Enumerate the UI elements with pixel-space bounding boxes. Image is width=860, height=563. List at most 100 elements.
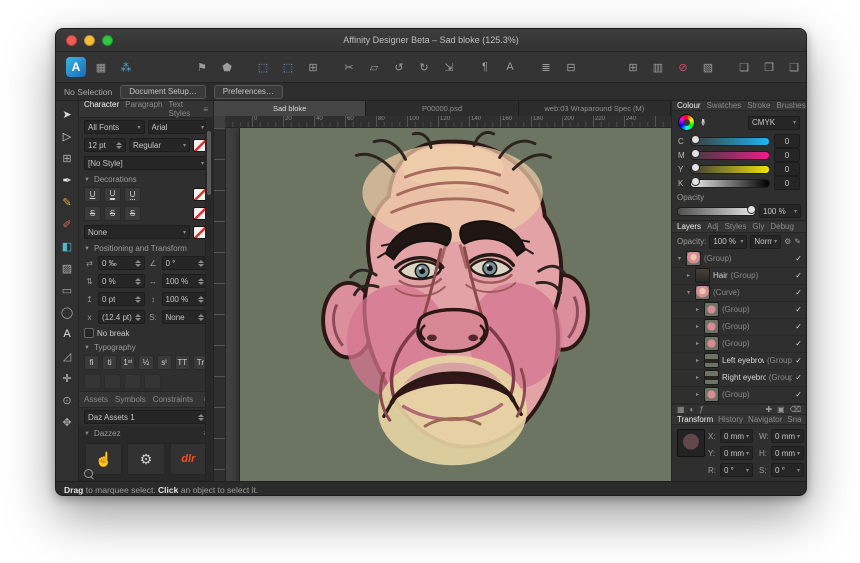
grid-options-icon[interactable]: ⊞ [303,58,323,76]
layer-thumbnail[interactable] [686,251,701,267]
step-down-icon[interactable] [134,317,141,321]
cut-icon[interactable]: ✂ [339,58,359,76]
layer-row[interactable]: ▸ Right eyebrow(Group)✓ [672,369,806,387]
ellipse-tool[interactable]: ◯ [58,302,76,322]
undo-icon[interactable]: ↺ [389,58,409,76]
underline-style-button[interactable]: U [84,187,101,202]
close-window-icon[interactable] [66,34,77,46]
layer-visibility-checkbox[interactable]: ✓ [795,339,802,348]
layer-thumbnail[interactable] [704,302,719,318]
positioning-left-field[interactable]: 0 pt [98,292,145,306]
underline-style-button[interactable]: U [104,187,121,202]
stepper-arrows[interactable] [198,259,204,267]
layer-visibility-checkbox[interactable]: ✓ [795,322,802,331]
peace-hand-asset[interactable]: ✌ [127,480,165,481]
guides-icon[interactable]: ▥ [648,58,668,76]
layer-expand-icon[interactable]: ▸ [694,391,701,398]
red-label-asset[interactable] [85,480,123,481]
transform-field-input[interactable]: 0 mm ▾ [771,446,805,460]
tab-layers[interactable]: Layers [677,222,701,231]
dlr-logo-asset[interactable]: dlr [169,443,207,475]
transform-field-input[interactable]: 0 mm ▾ [771,429,805,443]
tab-history[interactable]: History [718,415,743,424]
positioning-right-field[interactable]: 100 % [161,292,208,306]
channel-value-field[interactable]: 0 [774,162,800,177]
stepper-arrows[interactable] [198,277,204,285]
tab-character[interactable]: Character [84,101,119,118]
layer-row[interactable]: ▸ (Group) ✓ [672,318,806,336]
gear-asset[interactable]: ⚙ [127,443,165,475]
typography-feature-button[interactable]: fi [84,355,100,370]
typography-feature-button[interactable]: ti [102,355,118,370]
colour-mode-select[interactable]: CMYK ▾ [748,115,800,130]
slider-knob[interactable] [691,177,700,187]
affinity-designer-logo[interactable]: A [66,57,86,77]
positioning-right-field[interactable]: None [161,310,208,324]
tab-styles[interactable]: Styles [725,222,747,231]
stepper-arrows[interactable] [134,313,141,321]
document-tab[interactable]: Sad bloke [214,101,367,116]
search-icon[interactable] [84,469,93,478]
stepper-arrows[interactable] [198,295,204,303]
eyedropper-icon[interactable]: ✒ [697,119,708,127]
step-up-icon[interactable] [134,259,141,263]
layer-thumbnail[interactable] [704,370,719,386]
layer-row[interactable]: ▾ (Curve) ✓ [672,284,806,302]
positioning-left-field[interactable]: 0 ‰ [98,256,145,270]
grid-icon[interactable]: ⊞ [623,58,643,76]
layer-thumbnail[interactable] [695,268,710,284]
slider-knob[interactable] [691,163,700,173]
minimize-window-icon[interactable] [84,34,95,46]
step-up-icon[interactable] [198,295,204,299]
layer-thumbnail[interactable] [695,285,710,301]
stepper-arrows[interactable] [134,259,141,267]
tab-assets[interactable]: Assets [84,395,108,404]
step-up-icon[interactable] [134,277,141,281]
layers-opacity-select[interactable]: 100 % ▾ [709,234,748,249]
node-tool[interactable]: ▷ [58,126,76,146]
decorations-section-header[interactable]: ▼ Decorations [79,172,213,185]
asset-collection-select[interactable]: Daz Assets 1 [84,410,208,424]
layer-visibility-checkbox[interactable]: ✓ [795,271,802,280]
text-style-select[interactable]: [No Style] ▾ [84,156,208,170]
tab-paragraph[interactable]: Paragraph [125,101,162,118]
black-label-asset[interactable] [169,480,207,481]
panel-menu-icon[interactable]: ≡ [203,105,208,114]
transform-icon[interactable]: ⇲ [439,58,459,76]
pasteboard[interactable] [226,128,671,481]
typography-feature-button[interactable]: TT [174,355,190,370]
typography-section-header[interactable]: ▼ Typography [79,340,213,353]
layer-expand-icon[interactable]: ▸ [694,323,701,330]
step-up-icon[interactable] [198,259,204,263]
tab-snapshots[interactable]: Snapshots [787,415,801,424]
step-down-icon[interactable] [134,281,141,285]
layer-thumbnail[interactable] [704,387,719,403]
zoom-window-icon[interactable] [102,34,113,46]
layer-expand-icon[interactable]: ▾ [685,289,692,296]
left-panel-scrollbar[interactable] [205,117,213,481]
positioning-right-field[interactable]: 0 ° [161,256,208,270]
zoom-tool[interactable]: ⊙ [58,390,76,410]
export-persona-icon[interactable]: ⁂ [116,58,136,76]
step-down-icon[interactable] [134,263,141,267]
layer-row[interactable]: ▸ Left eyebrow (Group) ✓ [672,352,806,370]
shape-builder-icon[interactable]: ⬟ [217,58,237,76]
step-up-icon[interactable] [198,313,204,317]
step-up-icon[interactable] [198,277,204,281]
stepper-arrows[interactable] [198,313,204,321]
tab-brushes[interactable]: Brushes [776,101,805,110]
layer-expand-icon[interactable]: ▸ [694,340,701,347]
layer-row[interactable]: ▸ (Group) ✓ [672,301,806,319]
font-family-select[interactable]: Arial ▾ [147,120,208,134]
step-up-icon[interactable] [134,295,141,299]
marquee-select-icon[interactable]: ⬚ [253,58,273,76]
step-down-icon[interactable] [134,299,141,303]
layer-effects-icon[interactable]: ƒ [699,405,703,414]
layer-row[interactable]: ▸ (Group) ✓ [672,335,806,353]
layer-expand-icon[interactable]: ▸ [694,374,701,381]
move-backward-icon[interactable]: ❑ [784,58,804,76]
tab-swatches[interactable]: Swatches [707,101,742,110]
underline-style-button[interactable]: U [124,187,141,202]
rectangle-tool[interactable]: ▭ [58,280,76,300]
asset-section-header[interactable]: ▼Dazzez ≡ [79,426,213,439]
